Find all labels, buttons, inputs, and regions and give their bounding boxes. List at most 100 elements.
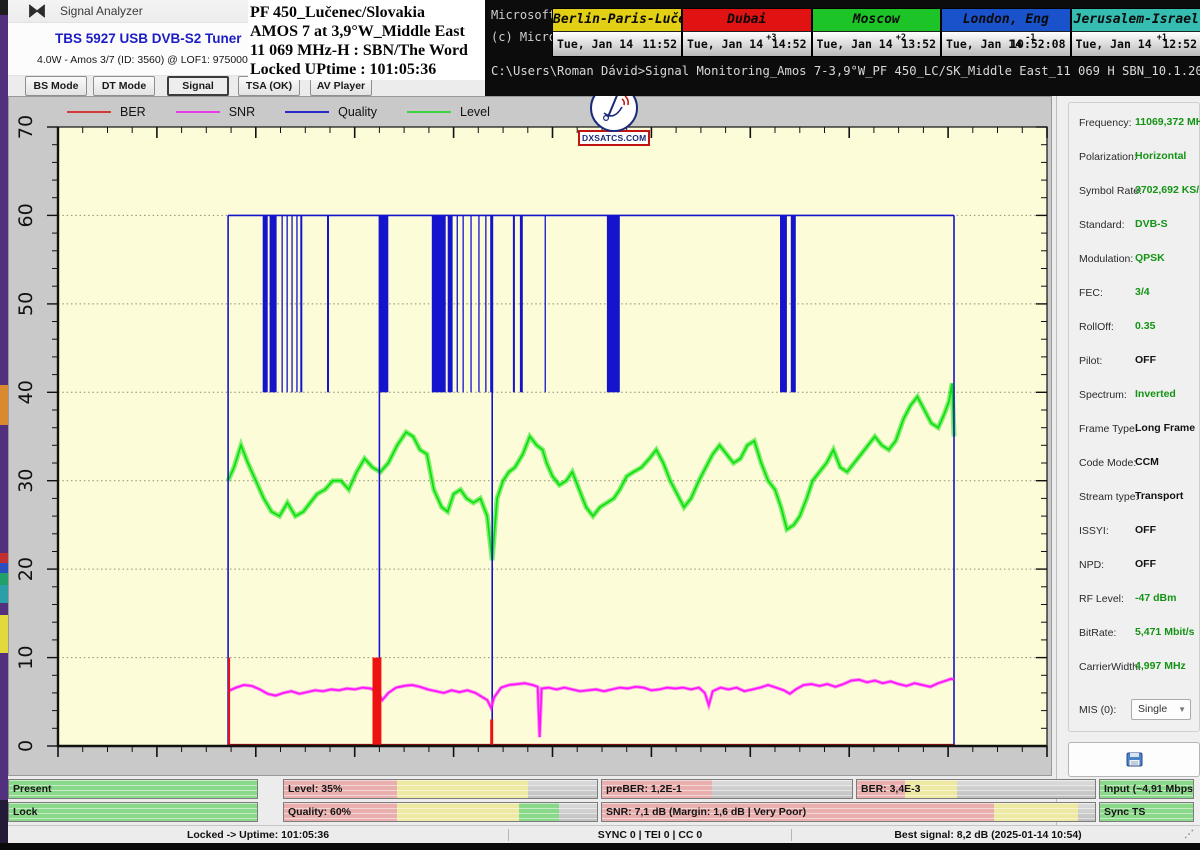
signal-param-row: Symbol Rate:3702,692 KS/s	[1069, 181, 1199, 205]
param-label: CarrierWidth:	[1079, 661, 1141, 673]
legend-label: SNR	[229, 105, 255, 119]
meter-label: Input (~4,91 Mbps)	[1104, 780, 1194, 798]
tab-signal-mon[interactable]: Signal Mon.	[167, 76, 229, 96]
meter-present: Present	[8, 779, 258, 799]
signal-param-row: FEC: 3/4	[1069, 283, 1199, 307]
disk-icon	[1126, 752, 1143, 767]
signal-param-row: Code Mode:CCM	[1069, 453, 1199, 477]
signal-chart-panel: BERSNRQualityLevel 010203040506070	[8, 96, 1052, 776]
meter-fill-yellow	[397, 780, 528, 798]
meter-input-4-91-mbps: Input (~4,91 Mbps)	[1099, 779, 1194, 799]
meter-preber: preBER: 1,2E-1	[601, 779, 853, 799]
param-label: Standard:	[1079, 219, 1125, 231]
meter-ber: BER: 3,4E-3	[856, 779, 1096, 799]
param-value: CCM	[1135, 456, 1159, 468]
param-value: 3/4	[1135, 286, 1150, 298]
param-value: 3702,692 KS/s	[1135, 184, 1200, 196]
svg-text:70: 70	[15, 115, 37, 139]
clock-time-row: Tue, Jan 14+112:52	[1072, 32, 1200, 56]
clock-time: 11:52	[642, 37, 677, 51]
param-value: Transport	[1135, 490, 1183, 502]
mis-dropdown[interactable]: Single▼	[1131, 699, 1191, 720]
param-value: DVB-S	[1135, 218, 1168, 230]
signal-param-row: Standard: DVB-S	[1069, 215, 1199, 239]
signal-param-row: Pilot:OFF	[1069, 351, 1199, 375]
world-clocks: Berlin-Paris-LučenecTue, Jan 1411:52Duba…	[552, 8, 1200, 57]
meter-label: BER: 3,4E-3	[861, 780, 921, 798]
legend-label: BER	[120, 105, 146, 119]
desktop-color-segment	[0, 585, 8, 603]
clock-jerusalem-israel: Jerusalem-IsraelTue, Jan 14+112:52	[1072, 9, 1200, 56]
clock-city-label: London, Eng	[942, 9, 1070, 32]
dxsatcs-label: DXSATCS.COM	[578, 130, 650, 146]
clock-time: 10:52:08	[1010, 37, 1065, 51]
param-value: OFF	[1135, 524, 1156, 536]
caption-line: 11 069 MHz-H : SBN/The Word	[250, 41, 487, 60]
taskbar-edge	[0, 843, 1200, 850]
desktop-color-segment	[0, 615, 8, 653]
param-value: QPSK	[1135, 252, 1165, 264]
signal-param-row: Spectrum:Inverted	[1069, 385, 1199, 409]
param-value: Long Frame	[1135, 422, 1195, 434]
meter-quality: Quality: 60%	[283, 802, 598, 822]
legend-line-sample	[176, 111, 220, 113]
meter-label: Present	[13, 780, 52, 798]
app-icon	[28, 4, 46, 18]
meter-label: Level: 35%	[288, 780, 342, 798]
desktop-color-segment	[0, 563, 8, 573]
signal-plot[interactable]: 010203040506070	[9, 123, 1053, 775]
svg-text:20: 20	[15, 557, 37, 581]
tuner-name: TBS 5927 USB DVB-S2 Tuner	[55, 31, 242, 46]
svg-text:40: 40	[15, 380, 37, 404]
desktop-color-segment	[0, 385, 8, 425]
status-bar: Locked -> Uptime: 101:05:36 SYNC 0 | TEI…	[8, 825, 1200, 844]
clock-time: 13:52	[901, 37, 936, 51]
window-title: Signal Analyzer	[60, 4, 143, 18]
param-label: RF Level:	[1079, 593, 1124, 605]
signal-info-group: Frequency:11069,372 MHz Polarization:Hori…	[1068, 102, 1200, 732]
svg-text:30: 30	[15, 469, 37, 493]
meter-label: SNR: 7,1 dB (Margin: 1,6 dB | Very Poor)	[606, 803, 806, 821]
meter-lock: Lock	[8, 802, 258, 822]
legend-item-snr: SNR	[176, 105, 255, 119]
legend-line-sample	[67, 111, 111, 113]
desktop-color-segment	[0, 0, 8, 15]
legend-label: Quality	[338, 105, 377, 119]
signal-param-row: Polarization:Horizontal	[1069, 147, 1199, 171]
resize-grip[interactable]: ⋰	[1184, 830, 1200, 840]
command-prompt-window[interactable]: Microsoft (c) Micro C:\Users\Roman Dávid…	[485, 0, 1200, 96]
meter-snr: SNR: 7,1 dB (Margin: 1,6 dB | Very Poor)	[601, 802, 1096, 822]
signal-param-row: RollOff:0.35	[1069, 317, 1199, 341]
param-label: Code Mode:	[1079, 457, 1136, 469]
legend-item-ber: BER	[67, 105, 146, 119]
tab-bs-mode[interactable]: BS Mode	[25, 76, 87, 96]
signal-param-row: Modulation:QPSK	[1069, 249, 1199, 273]
desktop-color-segment	[0, 800, 8, 843]
param-label: Polarization:	[1079, 151, 1137, 163]
save-button[interactable]	[1068, 742, 1200, 777]
signal-param-row: NPD:OFF	[1069, 555, 1199, 579]
signal-param-row: ISSYI:OFF	[1069, 521, 1199, 545]
clock-berlin-paris-lu-enec: Berlin-Paris-Lučenec Tue, Jan 14 11:52	[553, 9, 683, 56]
signal-param-row: Frequency:11069,372 MHz	[1069, 113, 1199, 137]
desktop-color-segment	[0, 573, 8, 585]
param-label: Symbol Rate:	[1079, 185, 1142, 197]
param-value: Inverted	[1135, 388, 1176, 400]
tab-dt-mode[interactable]: DT Mode	[93, 76, 155, 96]
param-label: NPD:	[1079, 559, 1104, 571]
param-value: 11069,372 MHz	[1135, 116, 1200, 128]
desktop-color-segment	[0, 15, 8, 145]
meter-fill-yellow	[397, 803, 519, 821]
param-label: FEC:	[1079, 287, 1103, 299]
signal-param-row: RF Level:-47 dBm	[1069, 589, 1199, 613]
mis-label: MIS (0):	[1079, 704, 1116, 716]
clock-date: Tue, Jan 14	[817, 37, 893, 51]
clock-city-label: Berlin-Paris-Lučenec	[553, 9, 681, 32]
meter-fill-yellow	[994, 803, 1078, 821]
legend-item-level: Level	[407, 105, 490, 119]
desktop-color-segment	[0, 553, 8, 563]
param-label: Frequency:	[1079, 117, 1132, 129]
meter-fill-green	[519, 803, 560, 821]
legend-label: Level	[460, 105, 490, 119]
clock-date: Tue, Jan 14	[557, 37, 633, 51]
